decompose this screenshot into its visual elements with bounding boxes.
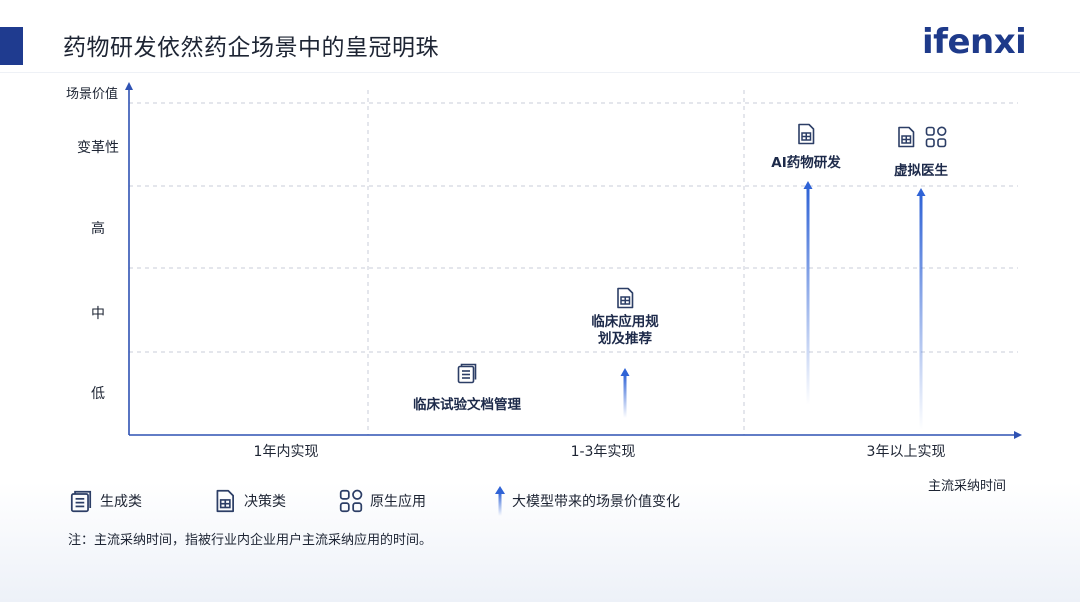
decision-doc-icon [216,489,234,513]
document-list-icon [457,363,477,384]
value-arrow-shaft [806,187,810,405]
y-tick-label: 变革性 [77,140,119,156]
y-tick-label: 低 [91,386,105,402]
legend-item-generative: 生成类 [68,488,142,514]
document-list-icon [70,490,92,513]
point-label: AI药物研发 [771,154,841,171]
apps-grid-icon [925,126,947,148]
y-axis-title: 场景价值 [66,86,118,102]
x-tick-label: 1-3年实现 [571,444,636,460]
value-arrow-head [803,181,813,189]
x-tick-label: 3年以上实现 [867,444,946,460]
chart-point: 临床应用规划及推荐 [591,287,659,347]
chart-point: 虚拟医生 [894,126,948,179]
point-label: 虚拟医生 [894,162,948,179]
legend-item-native-app: 原生应用 [338,488,426,514]
legend-item-decision: 决策类 [212,488,286,514]
point-label: 划及推荐 [598,330,652,347]
value-arrow-shaft [623,374,627,418]
decision-doc-icon [617,287,634,309]
legend-label: 生成类 [100,494,142,510]
y-tick-label: 高 [91,220,105,237]
value-arrow [803,181,813,405]
legend-label: 大模型带来的场景价值变化 [512,494,680,510]
value-arrow-shaft [919,194,923,430]
legend-label: 原生应用 [370,494,426,510]
value-arrow [916,188,926,430]
legend-item-value-arrow: 大模型带来的场景价值变化 [494,486,680,516]
value-arrow-icon [495,486,505,516]
y-tick-label: 中 [91,306,105,322]
point-label: 临床试验文档管理 [413,396,521,413]
value-arrow-head [916,188,926,196]
value-arrow-head [620,368,630,376]
x-axis-title: 主流采纳时间 [928,479,1006,494]
chart-point: AI药物研发 [771,123,841,171]
value-arrow [620,368,630,418]
decision-doc-icon [898,126,915,148]
x-tick-label: 1年内实现 [254,444,319,460]
footnote: 注：主流采纳时间，指被行业内企业用户主流采纳应用的时间。 [68,533,433,548]
point-label: 临床应用规 [591,313,659,330]
apps-grid-icon [339,489,363,513]
decision-doc-icon [798,123,815,145]
chart-point: 临床试验文档管理 [413,363,521,413]
legend-label: 决策类 [244,494,286,510]
